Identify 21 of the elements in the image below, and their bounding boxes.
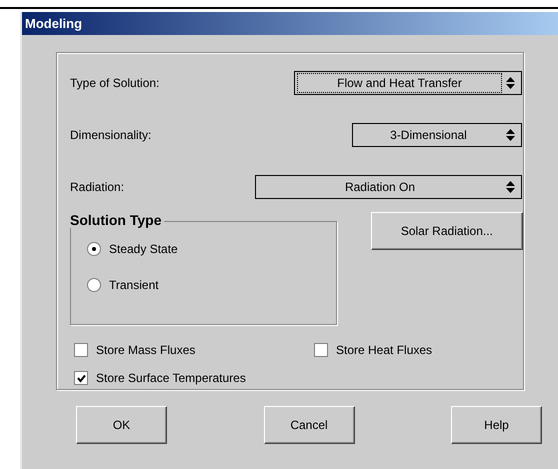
spinner-arrows-icon [506,181,515,193]
dialog-button[interactable]: Help [451,406,542,444]
dropdown[interactable]: Radiation On [255,175,522,199]
radio-option[interactable]: Transient [87,278,336,292]
checkbox-option[interactable]: Store Heat Fluxes [314,343,432,357]
radio-option[interactable]: Steady State [87,242,336,256]
checkmark-icon [76,374,86,382]
field-label: Dimensionality: [70,128,152,142]
checkbox-option[interactable]: Store Surface Temperatures [74,371,246,385]
dropdown[interactable]: Flow and Heat Transfer [294,71,522,95]
field-label: Radiation: [70,180,124,194]
dropdown[interactable]: 3-Dimensional [352,123,522,147]
solar-radiation-button[interactable]: Solar Radiation... [370,212,523,250]
window-title: Modeling [25,16,82,31]
dialog-button[interactable]: Cancel [264,406,354,444]
spinner-arrows-icon [506,129,515,141]
dialog-button[interactable]: OK [76,406,167,444]
spinner-arrows-icon [506,77,515,89]
field-label: Type of Solution: [70,76,160,90]
group-title: Solution Type [70,212,164,228]
checkbox-option[interactable]: Store Mass Fluxes [74,343,196,357]
